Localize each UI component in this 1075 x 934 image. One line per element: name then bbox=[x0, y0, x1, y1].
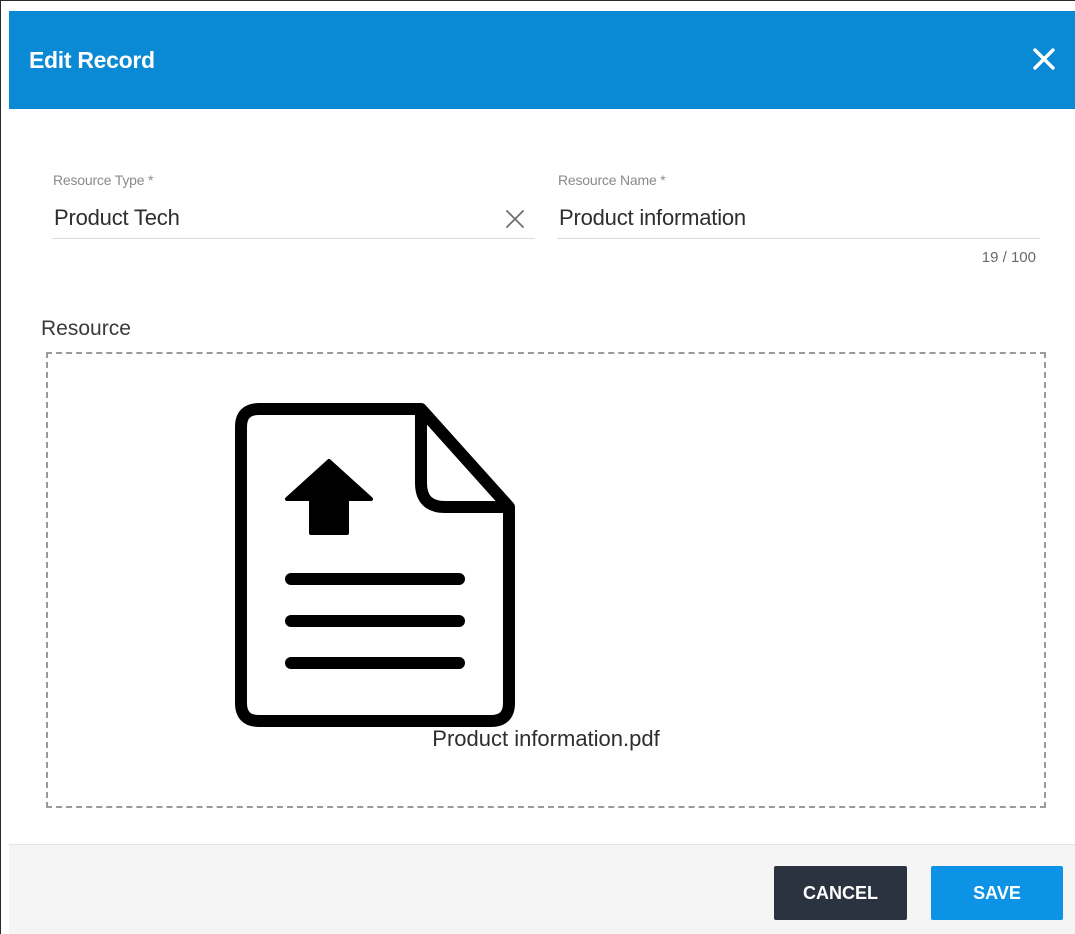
clear-icon[interactable] bbox=[504, 208, 526, 230]
resource-type-value[interactable]: Product Tech bbox=[54, 205, 180, 231]
save-button[interactable]: SAVE bbox=[931, 866, 1063, 920]
character-counter: 19 / 100 bbox=[981, 249, 1036, 266]
resource-label: Resource bbox=[41, 317, 131, 340]
close-icon bbox=[1033, 48, 1055, 70]
cancel-button[interactable]: CANCEL bbox=[774, 866, 907, 920]
resource-name-label: Resource Name * bbox=[558, 172, 666, 188]
resource-dropzone[interactable]: Product information.pdf bbox=[46, 352, 1046, 808]
resource-name-input[interactable]: Product information bbox=[559, 205, 746, 231]
close-button[interactable] bbox=[1030, 45, 1058, 73]
resource-name-underline bbox=[557, 238, 1040, 239]
resource-name-field[interactable]: Resource Name * Product information 19 /… bbox=[557, 169, 1040, 266]
resource-type-field[interactable]: Resource Type * Product Tech bbox=[52, 169, 535, 241]
edit-record-dialog: Edit Record Resource Type * Product Tech… bbox=[0, 0, 1075, 934]
dialog-title: Edit Record bbox=[29, 47, 155, 73]
resource-type-underline bbox=[52, 238, 535, 239]
file-name: Product information.pdf bbox=[432, 726, 660, 751]
file-upload-icon bbox=[235, 403, 515, 727]
resource-type-label: Resource Type * bbox=[53, 172, 154, 188]
dialog-header: Edit Record bbox=[9, 11, 1075, 109]
dialog-footer: CANCEL SAVE bbox=[9, 844, 1075, 934]
